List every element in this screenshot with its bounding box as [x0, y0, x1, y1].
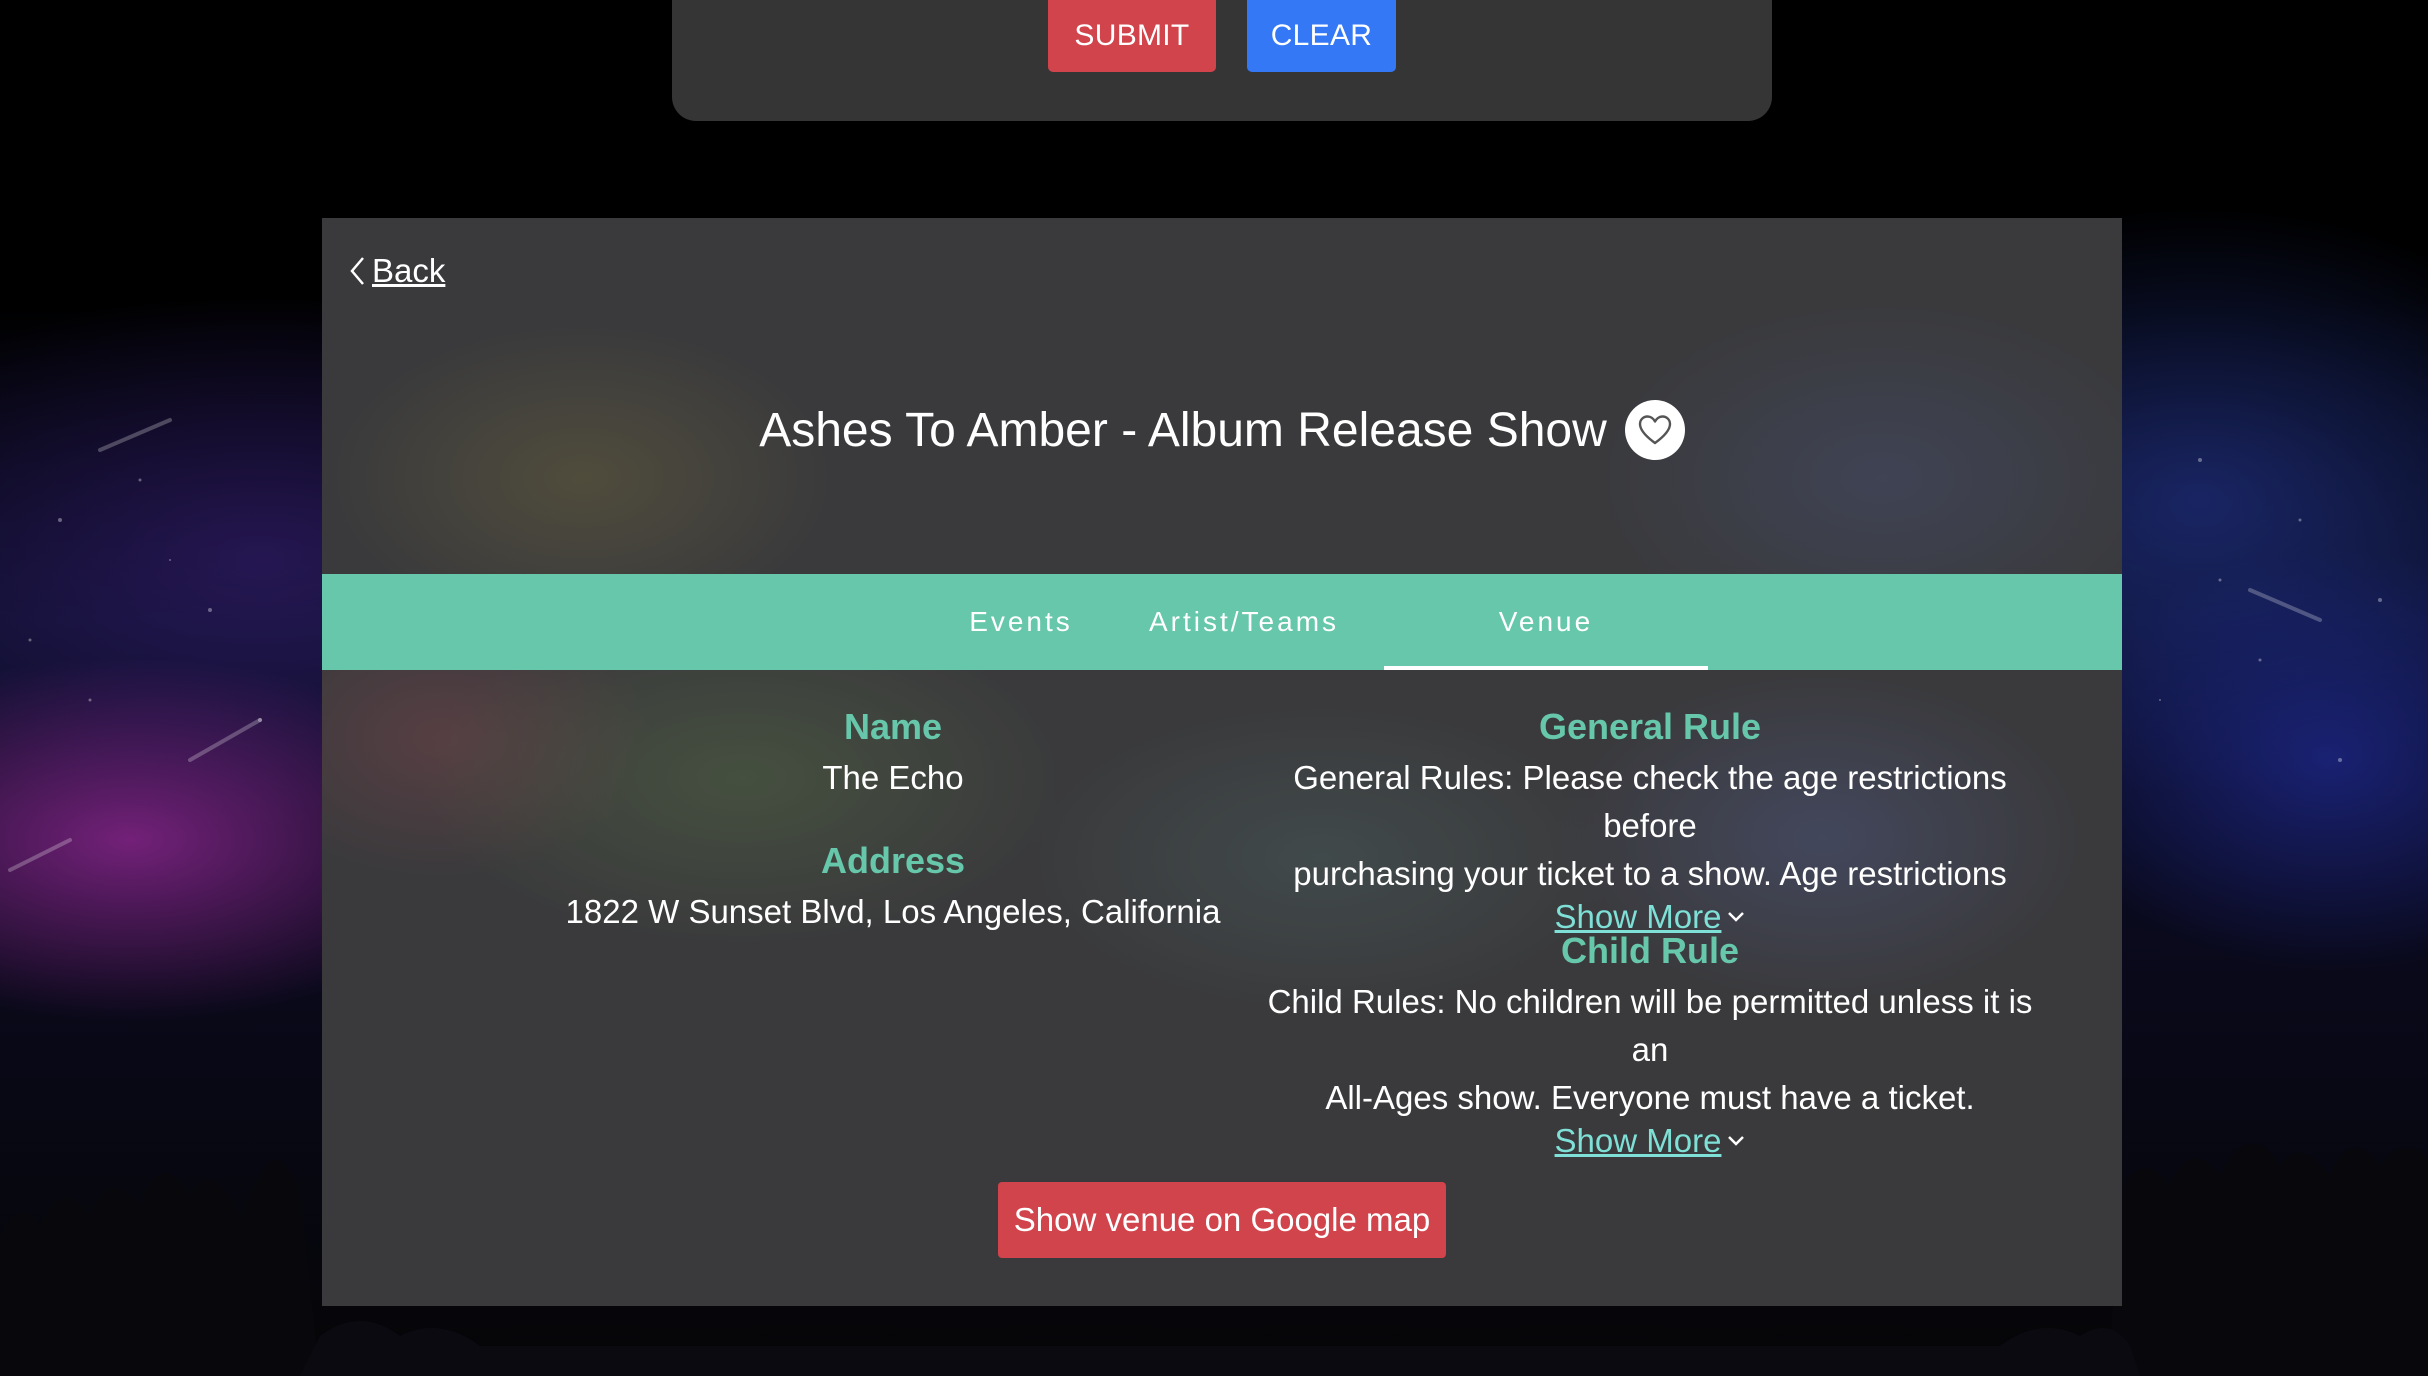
back-label: Back: [372, 252, 446, 289]
show-venue-map-button[interactable]: Show venue on Google map: [998, 1182, 1446, 1258]
tab-venue[interactable]: Venue: [1384, 574, 1708, 670]
active-tab-indicator: [1384, 666, 1708, 670]
back-link[interactable]: Back: [348, 252, 445, 290]
chevron-down-icon: [1728, 1136, 1745, 1146]
child-rule-section: Child Rule Child Rules: No children will…: [1246, 930, 2054, 1160]
general-rule-line-2: purchasing your ticket to a show. Age re…: [1293, 855, 2007, 892]
general-rule-line-1: General Rules: Please check the age rest…: [1293, 759, 2007, 844]
chevron-left-icon: [350, 257, 364, 285]
tabs-bar: Events Artist/Teams Venue: [322, 574, 2122, 670]
favorite-button[interactable]: [1624, 400, 1685, 460]
submit-button[interactable]: SUBMIT: [1048, 0, 1216, 72]
child-rule-line-1: Child Rules: No children will be permitt…: [1267, 983, 2033, 1068]
event-detail-card: Back Ashes To Amber - Album Release Show…: [322, 218, 2122, 1306]
general-rule-section: General Rule General Rules: Please check…: [1246, 706, 2054, 936]
show-more-label: Show More: [1554, 1122, 1722, 1159]
tab-venue-label: Venue: [1498, 606, 1594, 637]
general-rule-heading: General Rule: [1538, 706, 1762, 747]
heart-outline-icon: [1638, 415, 1671, 445]
child-rule-show-more[interactable]: Show More: [1555, 1122, 1746, 1160]
search-form: [672, 0, 1772, 121]
clear-button[interactable]: CLEAR: [1247, 0, 1396, 72]
child-rule-heading: Child Rule: [1561, 930, 1739, 971]
child-rule-line-2: All-Ages show. Everyone must have a tick…: [1325, 1079, 1975, 1116]
event-title: Ashes To Amber - Album Release Show: [759, 403, 1607, 457]
title-row: Ashes To Amber - Album Release Show: [322, 400, 2122, 460]
page: SUBMIT CLEAR Back Ashes To Amber - Album…: [0, 0, 2428, 1376]
chevron-down-icon: [1728, 912, 1745, 922]
tab-artist-teams[interactable]: Artist/Teams: [1114, 574, 1374, 670]
tab-events[interactable]: Events: [936, 574, 1106, 670]
